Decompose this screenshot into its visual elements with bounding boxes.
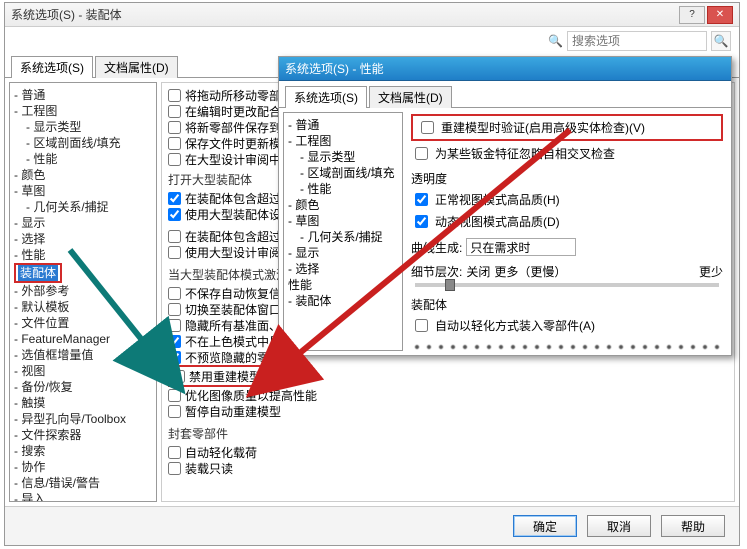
curve-label: 曲线生成: xyxy=(411,239,462,256)
search-bar: 🔍 🔍 xyxy=(5,27,739,55)
cancel-button[interactable]: 取消 xyxy=(587,515,651,537)
tree-item[interactable]: - 文件探索器 xyxy=(12,427,154,443)
tree-item[interactable]: - FeatureManager xyxy=(12,331,154,347)
detail-left: 关闭 xyxy=(466,263,490,280)
option-checkbox[interactable]: 装载只读 xyxy=(168,460,728,476)
tree-item[interactable]: - 草图 xyxy=(12,183,154,199)
tree-item[interactable]: - 颜色 xyxy=(286,197,400,213)
transparency-title: 透明度 xyxy=(411,170,723,187)
tree-item[interactable]: - 异型孔向导/Toolbox xyxy=(12,411,154,427)
highlight-disable-rebuild-check: 禁用重建模型检查 xyxy=(168,365,289,387)
chk-verify-on-rebuild[interactable] xyxy=(421,121,434,134)
tree-item[interactable]: - 外部参考 xyxy=(12,283,154,299)
tree-item[interactable]: 性能 xyxy=(286,277,400,293)
tree-item[interactable]: - 工程图 xyxy=(286,133,400,149)
tab-system-options-front[interactable]: 系统选项(S) xyxy=(285,86,367,108)
chk-auto-lightweight[interactable] xyxy=(415,319,428,332)
tree-item[interactable]: - 区域剖面线/填充 xyxy=(286,165,400,181)
tree-item[interactable]: - 显示类型 xyxy=(12,119,154,135)
detail-mid: 更多（更慢） xyxy=(494,263,566,280)
tree-item[interactable]: - 触摸 xyxy=(12,395,154,411)
tree-item[interactable]: - 选择 xyxy=(286,261,400,277)
search-input[interactable] xyxy=(567,31,707,51)
tree-item[interactable]: - 工程图 xyxy=(12,103,154,119)
help-button[interactable]: 帮助 xyxy=(661,515,725,537)
tree-item[interactable]: - 文件位置 xyxy=(12,315,154,331)
option-checkbox[interactable]: 暂停自动重建模型 xyxy=(168,403,728,419)
chk-ignore-self-intersect[interactable] xyxy=(415,147,428,160)
tree-item[interactable]: - 搜索 xyxy=(12,443,154,459)
dialog-system-options-performance: 系统选项(S) - 性能 系统选项(S) 文档属性(D) - 普通- 工程图- … xyxy=(278,56,732,356)
curve-mode-input[interactable] xyxy=(466,238,576,256)
chk-trans-normal[interactable] xyxy=(415,193,428,206)
tree-item[interactable]: - 显示 xyxy=(286,245,400,261)
options-panel-front: 重建模型时验证(启用高级实体检查)(V) 为某些钣金特征忽略自相交叉检查 透明度… xyxy=(407,112,727,351)
tree-item[interactable]: - 性能 xyxy=(12,151,154,167)
tab-doc-properties-front[interactable]: 文档属性(D) xyxy=(369,86,452,108)
tree-item[interactable]: - 默认模板 xyxy=(12,299,154,315)
tree-item[interactable]: - 装配体 xyxy=(286,293,400,309)
option-checkbox[interactable]: 禁用重建模型检查 xyxy=(172,368,285,384)
tree-item[interactable]: - 颜色 xyxy=(12,167,154,183)
tree-item[interactable]: - 草图 xyxy=(286,213,400,229)
tab-doc-properties[interactable]: 文档属性(D) xyxy=(95,56,178,78)
highlight-verify-on-rebuild: 重建模型时验证(启用高级实体检查)(V) xyxy=(411,114,723,141)
dialog-buttons: 确定 取消 帮助 xyxy=(5,506,739,545)
detail-right: 更少 xyxy=(699,263,723,280)
ok-button[interactable]: 确定 xyxy=(513,515,577,537)
titlebar-front[interactable]: 系统选项(S) - 性能 xyxy=(279,57,731,81)
tree-item[interactable]: - 普通 xyxy=(286,117,400,133)
tree-item[interactable]: - 导入 xyxy=(12,491,154,502)
tree-item[interactable]: - 几何关系/捕捉 xyxy=(12,199,154,215)
help-icon[interactable]: ? xyxy=(679,6,705,24)
tree-item[interactable]: - 显示类型 xyxy=(286,149,400,165)
option-checkbox[interactable]: 优化图像质量以提高性能 xyxy=(168,387,728,403)
torn-edge-decor xyxy=(411,340,723,349)
tab-bar-front: 系统选项(S) 文档属性(D) xyxy=(279,85,731,108)
tree-item[interactable]: - 性能 xyxy=(286,181,400,197)
tree-item[interactable]: - 显示 xyxy=(12,215,154,231)
tree-item[interactable]: - 视图 xyxy=(12,363,154,379)
tree-item[interactable]: - 备份/恢复 xyxy=(12,379,154,395)
tree-item[interactable]: - 选值框增量值 xyxy=(12,347,154,363)
search-icon: 🔍 xyxy=(548,34,563,48)
option-checkbox[interactable]: 自动轻化载荷 xyxy=(168,444,728,460)
tree-item[interactable]: - 信息/错误/警告 xyxy=(12,475,154,491)
tree-item[interactable]: 装配体 xyxy=(12,263,154,283)
chk-trans-dynamic[interactable] xyxy=(415,215,428,228)
category-tree[interactable]: - 普通- 工程图- 显示类型- 区域剖面线/填充- 性能- 颜色- 草图- 几… xyxy=(9,82,157,502)
tree-item[interactable]: - 协作 xyxy=(12,459,154,475)
tree-item[interactable]: - 区域剖面线/填充 xyxy=(12,135,154,151)
search-button[interactable]: 🔍 xyxy=(711,31,731,51)
tree-item[interactable]: - 几何关系/捕捉 xyxy=(286,229,400,245)
close-icon[interactable]: ✕ xyxy=(707,6,733,24)
tree-item[interactable]: - 普通 xyxy=(12,87,154,103)
detail-label: 细节层次: xyxy=(411,263,462,280)
tree-item[interactable]: - 性能 xyxy=(12,247,154,263)
titlebar[interactable]: 系统选项(S) - 装配体 ? ✕ xyxy=(5,3,739,27)
tree-item[interactable]: - 选择 xyxy=(12,231,154,247)
category-tree-front[interactable]: - 普通- 工程图- 显示类型- 区域剖面线/填充- 性能- 颜色- 草图- 几… xyxy=(283,112,403,351)
dialog-title: 系统选项(S) - 装配体 xyxy=(11,6,679,23)
assembly-title: 装配体 xyxy=(411,296,723,313)
tab-system-options[interactable]: 系统选项(S) xyxy=(11,56,93,78)
dialog-title-front: 系统选项(S) - 性能 xyxy=(285,60,725,77)
detail-slider[interactable] xyxy=(415,283,719,287)
